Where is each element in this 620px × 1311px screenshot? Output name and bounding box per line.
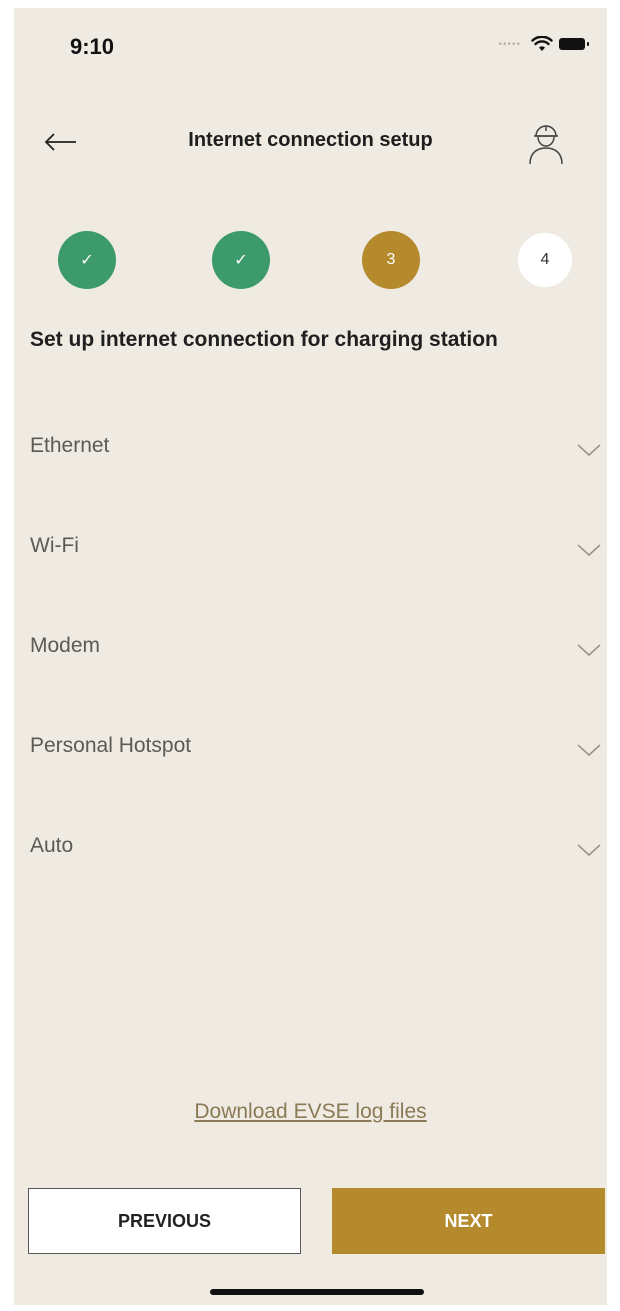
option-label: Ethernet: [30, 434, 110, 457]
worker-helmet-icon: [529, 125, 563, 165]
chevron-down-icon: [577, 644, 601, 657]
step-2: ✓: [212, 231, 270, 289]
app-screen: 9:10 ••••• Internet connection setup ✓ ✓…: [14, 8, 607, 1305]
option-personal-hotspot[interactable]: Personal Hotspot: [14, 708, 607, 808]
step-3-number: 3: [386, 251, 396, 268]
chevron-down-icon: [577, 844, 601, 857]
step-4-number: 4: [540, 251, 550, 268]
step-4: 4: [518, 233, 572, 287]
connection-options-list: Ethernet Wi-Fi Modem Personal Hotspot Au…: [14, 408, 607, 908]
installer-profile-button[interactable]: [526, 118, 566, 166]
step-1-check-icon: ✓: [80, 252, 94, 269]
status-time: 9:10: [70, 34, 115, 59]
option-label: Modem: [30, 634, 101, 657]
status-icons: •••••: [498, 36, 589, 52]
status-bar: 9:10 •••••: [14, 8, 607, 78]
header: Internet connection setup: [14, 108, 607, 178]
signal-icon: •••••: [498, 38, 521, 50]
step-3: 3: [362, 231, 420, 289]
progress-stepper: ✓ ✓ 3 4: [14, 225, 607, 295]
section-heading: Set up internet connection for charging …: [30, 328, 498, 351]
option-auto[interactable]: Auto: [14, 808, 607, 908]
option-modem[interactable]: Modem: [14, 608, 607, 708]
option-wifi[interactable]: Wi-Fi: [14, 508, 607, 608]
battery-icon: [559, 38, 589, 50]
page-title: Internet connection setup: [188, 129, 433, 151]
option-label: Auto: [30, 834, 74, 857]
step-1: ✓: [58, 231, 116, 289]
previous-button[interactable]: PREVIOUS: [28, 1188, 301, 1254]
download-log-files-link[interactable]: Download EVSE log files: [14, 1100, 607, 1124]
home-indicator[interactable]: [210, 1289, 424, 1295]
chevron-down-icon: [577, 744, 601, 757]
option-label: Personal Hotspot: [30, 734, 192, 757]
chevron-down-icon: [577, 444, 601, 457]
option-ethernet[interactable]: Ethernet: [14, 408, 607, 508]
step-2-check-icon: ✓: [234, 252, 248, 269]
next-button[interactable]: NEXT: [332, 1188, 605, 1254]
wifi-icon: [531, 36, 553, 51]
option-label: Wi-Fi: [30, 534, 79, 557]
chevron-down-icon: [577, 544, 601, 557]
